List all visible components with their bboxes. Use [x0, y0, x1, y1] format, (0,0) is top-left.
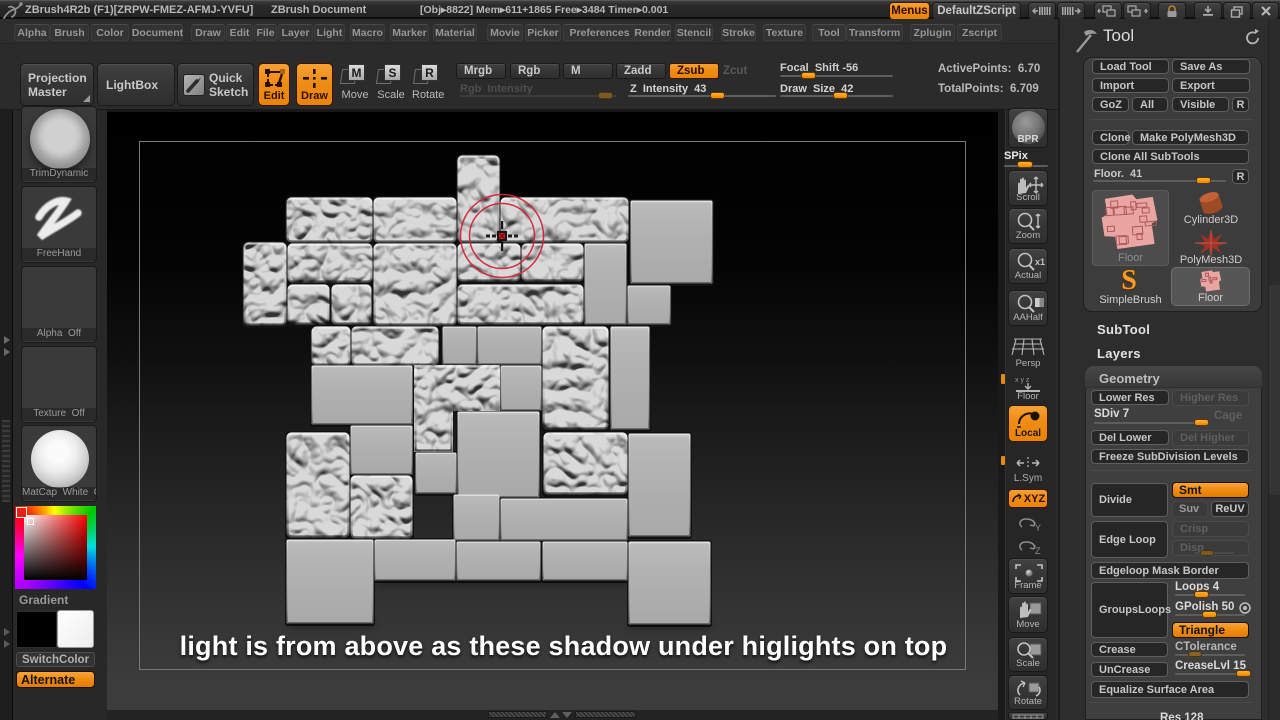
svg-text:x1: x1 [1035, 257, 1045, 267]
svg-text:Y: Y [1035, 523, 1041, 532]
svg-text:x y z: x y z [1015, 377, 1030, 384]
svg-text:Z: Z [1035, 546, 1041, 555]
